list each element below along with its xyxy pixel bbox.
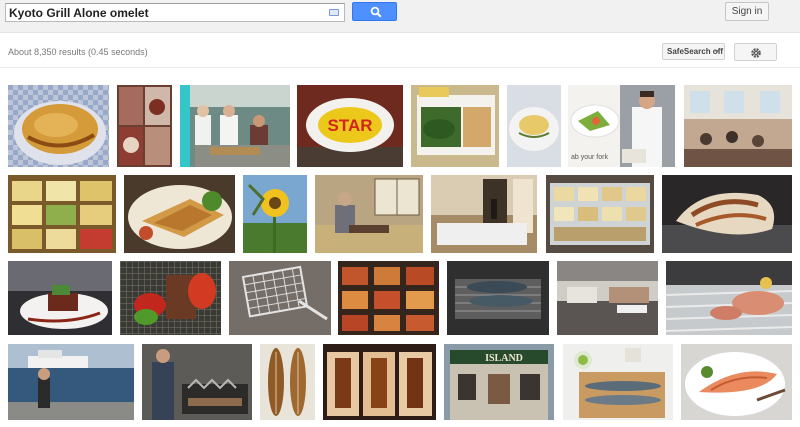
image-result[interactable] xyxy=(120,261,221,335)
search-input[interactable] xyxy=(9,5,327,20)
settings-button[interactable] xyxy=(734,43,777,61)
image-result[interactable] xyxy=(229,261,331,335)
image-result[interactable] xyxy=(323,344,436,420)
image-result[interactable] xyxy=(180,85,290,167)
top-bar: Sign in xyxy=(0,0,800,33)
results-toolbar: About 8,350 results (0.45 seconds) SafeS… xyxy=(0,34,800,68)
image-result[interactable] xyxy=(142,344,252,420)
ketchup-text: STAR xyxy=(327,116,372,135)
image-result[interactable] xyxy=(124,175,235,253)
image-result[interactable] xyxy=(315,175,423,253)
image-result[interactable] xyxy=(338,261,439,335)
image-result[interactable] xyxy=(243,175,307,253)
chevron-down-icon xyxy=(714,50,720,53)
image-result[interactable] xyxy=(8,175,116,253)
image-result[interactable] xyxy=(411,85,499,167)
image-result[interactable] xyxy=(431,175,537,253)
image-result[interactable]: ISLAND xyxy=(444,344,554,420)
image-result[interactable] xyxy=(684,85,792,167)
image-result[interactable] xyxy=(666,261,792,335)
gear-icon xyxy=(751,48,761,58)
image-result[interactable] xyxy=(546,175,654,253)
image-result[interactable] xyxy=(260,344,315,420)
safesearch-dropdown[interactable]: SafeSearch off xyxy=(662,43,725,60)
search-button[interactable] xyxy=(352,2,397,21)
image-result[interactable]: ab your fork xyxy=(568,85,622,167)
store-sign-text: ISLAND xyxy=(485,353,523,364)
search-icon xyxy=(370,6,382,18)
image-caption: ab your fork xyxy=(571,154,608,161)
image-result[interactable] xyxy=(507,85,561,167)
image-result[interactable] xyxy=(447,261,549,335)
image-result[interactable] xyxy=(620,85,675,167)
image-result[interactable] xyxy=(681,344,792,420)
signin-button[interactable]: Sign in xyxy=(725,2,769,21)
result-stats: About 8,350 results (0.45 seconds) xyxy=(8,47,148,57)
image-result[interactable] xyxy=(662,175,792,253)
image-result[interactable] xyxy=(563,344,673,420)
search-box[interactable] xyxy=(5,3,345,22)
image-result[interactable] xyxy=(8,261,112,335)
image-result[interactable] xyxy=(8,85,109,167)
image-result[interactable] xyxy=(117,85,172,167)
image-result[interactable]: STAR xyxy=(297,85,403,167)
keyboard-icon[interactable] xyxy=(329,9,339,16)
image-result[interactable] xyxy=(557,261,658,335)
image-result[interactable] xyxy=(8,344,134,420)
